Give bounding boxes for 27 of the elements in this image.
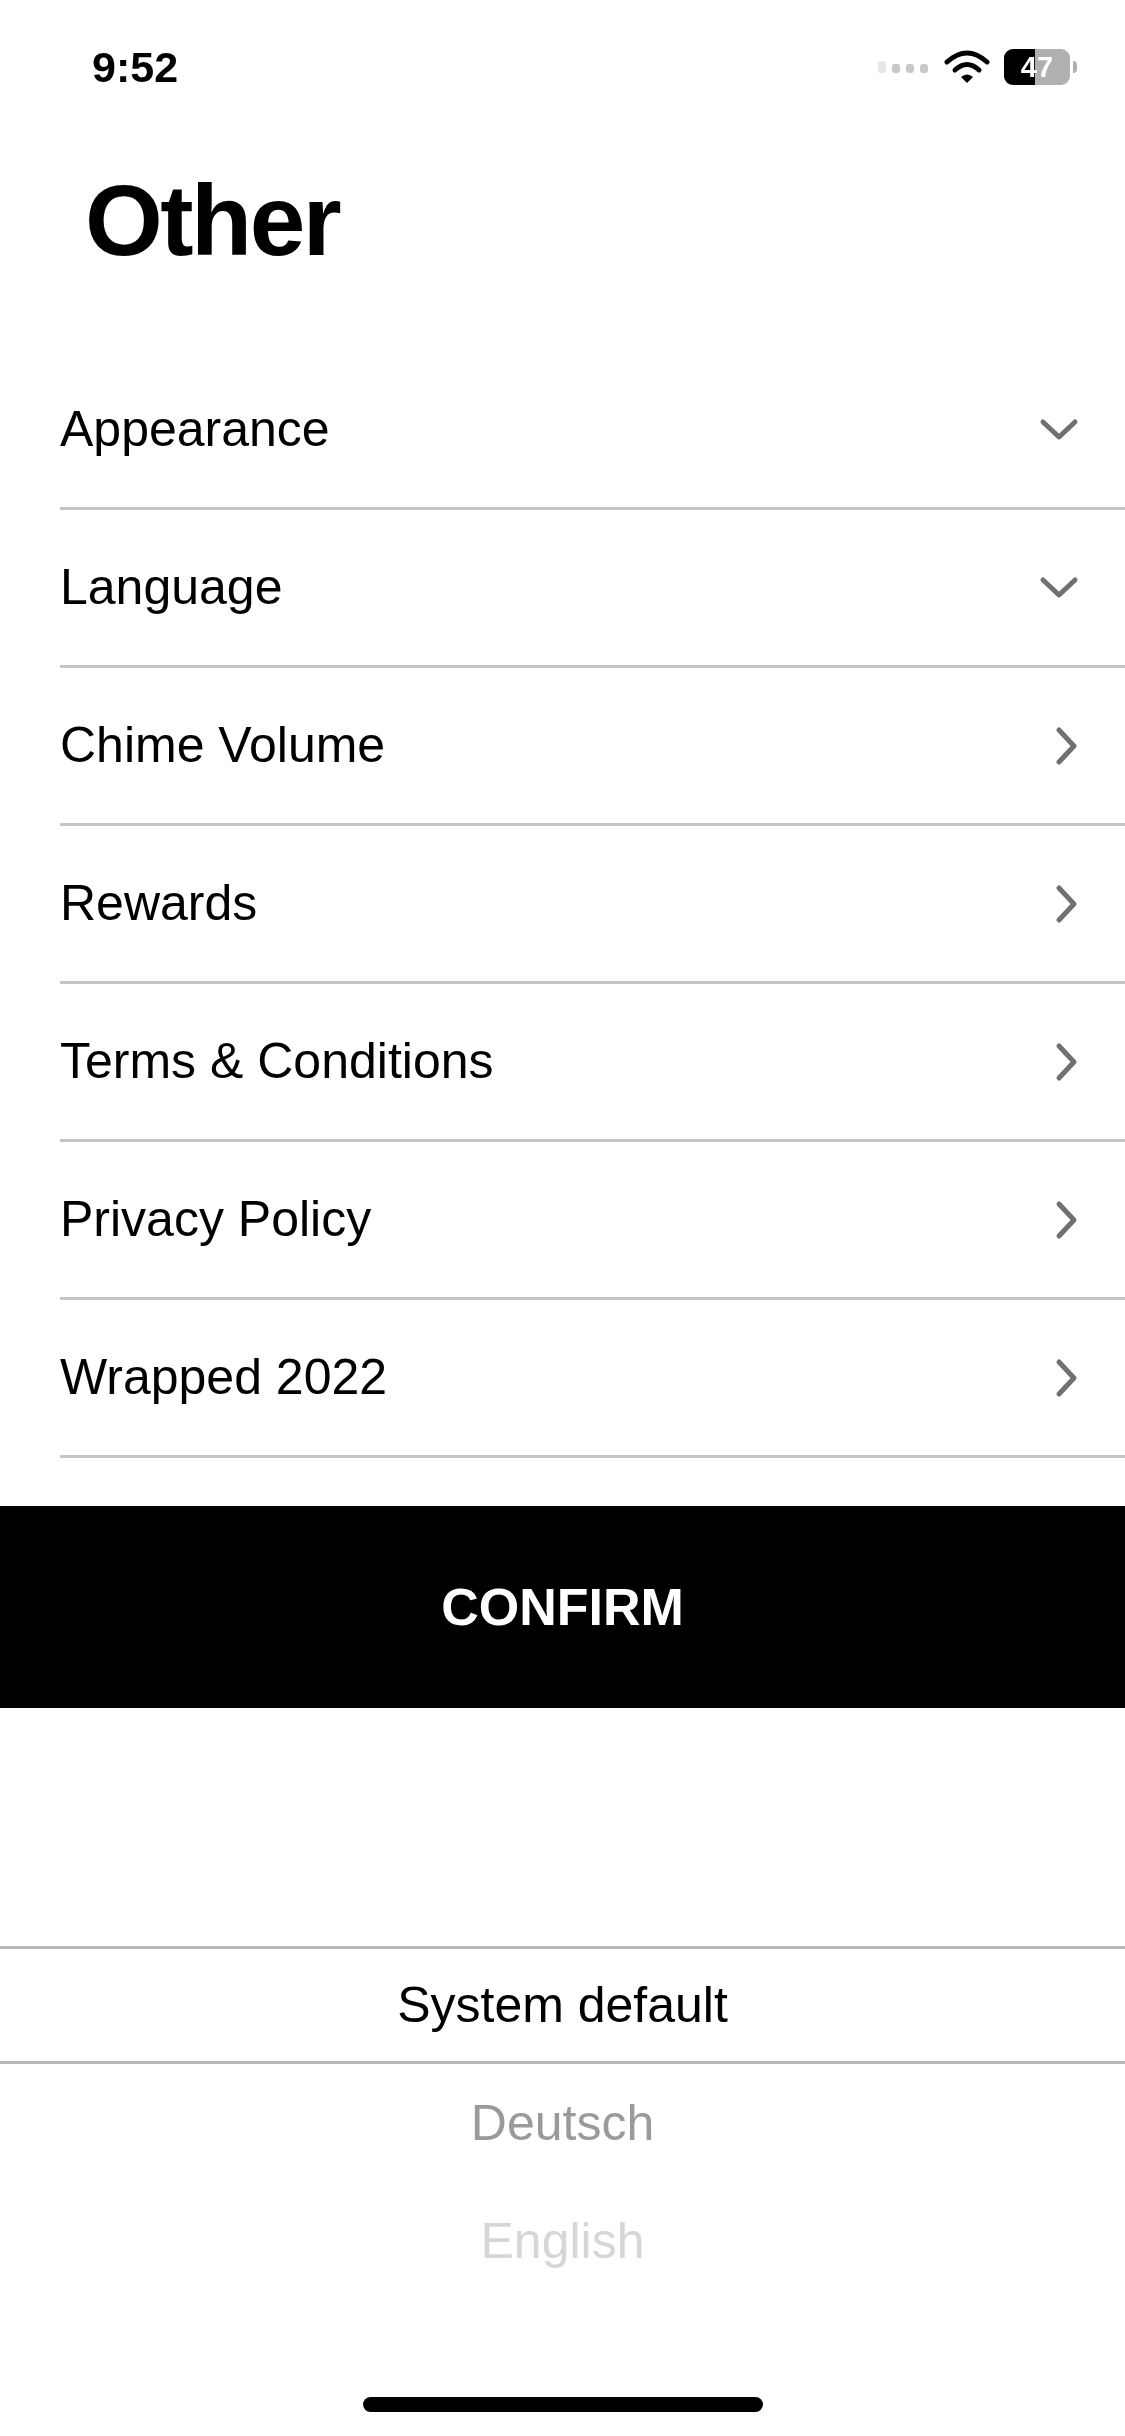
settings-row[interactable]: Language [60, 510, 1125, 668]
row-label: Rewards [60, 874, 258, 933]
settings-row[interactable]: Terms & Conditions [60, 984, 1125, 1142]
row-label: Wrapped 2022 [60, 1348, 388, 1407]
settings-row[interactable]: Privacy Policy [60, 1142, 1125, 1300]
row-label: Language [60, 558, 283, 617]
settings-row[interactable]: Appearance [60, 352, 1125, 510]
status-time: 9:52 [92, 41, 179, 93]
chevron-down-icon [1039, 575, 1079, 600]
settings-row[interactable]: Chime Volume [60, 668, 1125, 826]
row-label: Chime Volume [60, 716, 386, 775]
row-label: Privacy Policy [60, 1190, 372, 1249]
picker-option[interactable]: System default [0, 1946, 1125, 2064]
chevron-right-icon [1055, 725, 1079, 766]
chevron-right-icon [1055, 1041, 1079, 1082]
page-title: Other [84, 170, 341, 270]
chevron-down-icon [1039, 417, 1079, 442]
row-label: Terms & Conditions [60, 1032, 494, 1091]
confirm-button[interactable]: CONFIRM [0, 1506, 1125, 1708]
signal-icon [878, 60, 930, 74]
settings-row[interactable]: Wrapped 2022 [60, 1300, 1125, 1458]
chevron-right-icon [1055, 1357, 1079, 1398]
row-label: Appearance [60, 400, 330, 459]
chevron-right-icon [1055, 1199, 1079, 1240]
chevron-right-icon [1055, 883, 1079, 924]
wifi-icon [944, 50, 990, 84]
settings-row[interactable]: Rewards [60, 826, 1125, 984]
